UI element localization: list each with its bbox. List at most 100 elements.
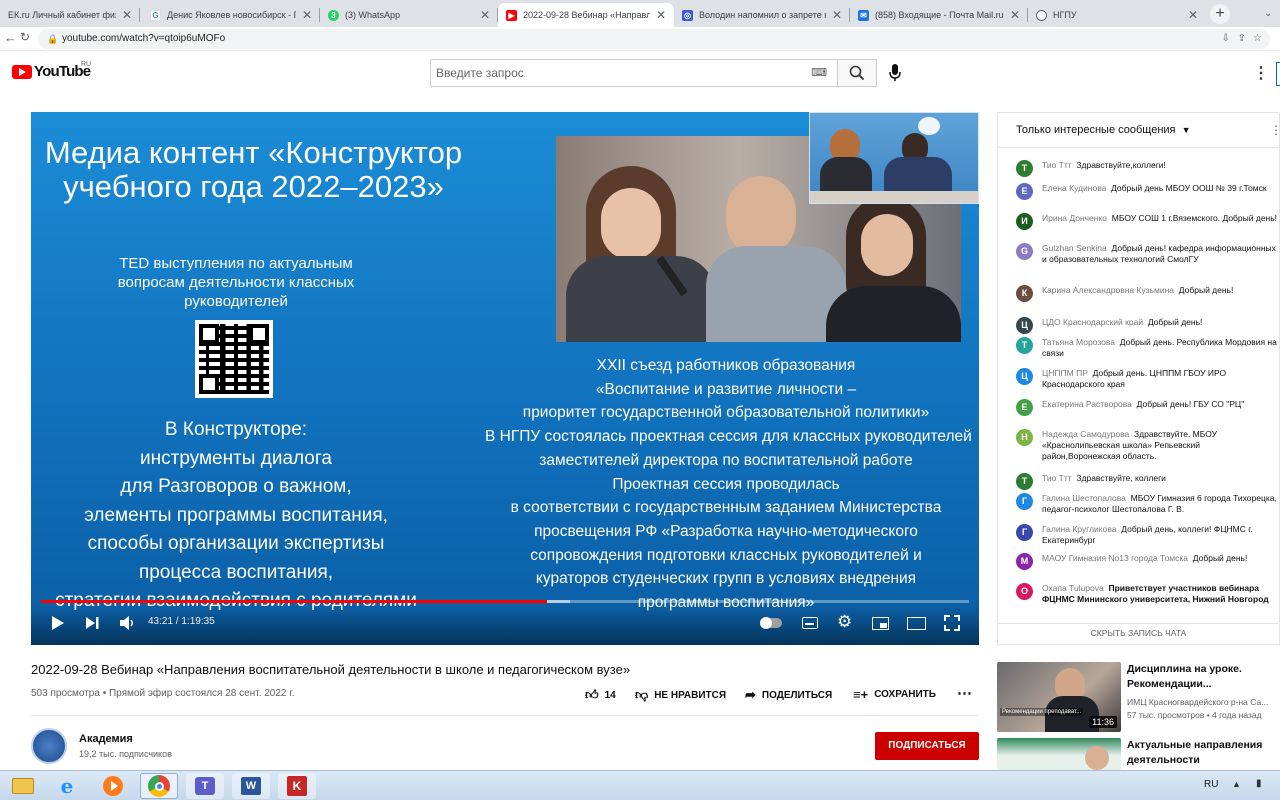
recommended-title[interactable]: Дисциплина на уроке. Рекомендации... — [1127, 662, 1277, 692]
player-controls: 43:21 / 1:19:35 ⚙ — [31, 600, 979, 645]
browser-tab[interactable]: ✉ (858) Входящие - Почта Mail.ru ✕ — [850, 3, 1028, 27]
news-icon: ◎ — [682, 9, 693, 21]
save-button[interactable]: ≡+ СОХРАНИТЬ — [853, 687, 936, 702]
chat-author[interactable]: Охапа Tulupova — [1042, 583, 1104, 593]
fullscreen-icon[interactable] — [944, 615, 960, 636]
address-bar[interactable]: 🔒 youtube.com/watch?v=qtoip6uMOFo ⇩ ⇪ ☆ — [38, 29, 1270, 49]
slide-right-line: сопровождения подготовки классных руково… — [530, 546, 922, 564]
new-tab-button[interactable]: + — [1210, 4, 1230, 24]
dislike-label: НЕ НРАВИТСЯ — [654, 689, 727, 701]
dislike-button[interactable]: 👎︎ НЕ НРАВИТСЯ — [635, 687, 726, 703]
chat-author[interactable]: Екатерина Растворова — [1042, 399, 1132, 409]
chat-author[interactable]: Карина Александровна Кузьмина — [1042, 285, 1174, 295]
sign-in-button-edge[interactable] — [1276, 62, 1280, 86]
channel-name[interactable]: Академия — [79, 733, 133, 745]
close-icon[interactable]: ✕ — [480, 8, 490, 22]
chat-author[interactable]: Gulzhan Senkina — [1042, 243, 1107, 253]
chat-author[interactable]: Татьяна Морозова — [1042, 337, 1115, 347]
playlist-add-icon: ≡+ — [853, 687, 869, 702]
youtube-logo-icon[interactable] — [12, 65, 32, 79]
video-meta: 503 просмотра • Прямой эфир состоялся 28… — [31, 688, 295, 699]
chrome-icon[interactable] — [140, 773, 178, 799]
settings-gear-icon[interactable]: ⚙ — [837, 612, 852, 632]
close-icon[interactable]: ✕ — [122, 8, 132, 22]
chat-mode-dropdown[interactable]: Только интересные сообщения ▼ — [1016, 124, 1191, 136]
chat-avatar: Н — [1016, 429, 1033, 446]
more-actions-icon[interactable]: ⋯ — [957, 684, 972, 702]
subscribe-button[interactable]: ПОДПИСАТЬСЯ — [875, 732, 979, 760]
language-indicator[interactable]: RU — [1204, 779, 1218, 790]
subtitles-icon[interactable] — [802, 617, 818, 629]
channel-avatar[interactable] — [31, 728, 67, 764]
browser-tab[interactable]: НГПУ ✕ — [1028, 3, 1206, 27]
back-icon[interactable]: ← — [4, 30, 17, 45]
close-icon[interactable]: ✕ — [1010, 8, 1020, 22]
like-button[interactable]: 👍︎ 14 — [585, 687, 616, 703]
recommended-title[interactable]: Актуальные направления деятельности мето… — [1127, 738, 1277, 768]
install-icon[interactable]: ⇩ — [1222, 29, 1230, 49]
tray-expand-icon[interactable]: ▲ — [1232, 779, 1241, 789]
search-input[interactable]: Введите запрос ⌨ — [430, 59, 837, 87]
chat-menu-icon[interactable]: ⋮ — [1270, 123, 1280, 137]
chat-avatar: О — [1016, 583, 1033, 600]
hide-chat-button[interactable]: СКРЫТЬ ЗАПИСЬ ЧАТА — [998, 628, 1279, 638]
browser-tab-strip: ЕК.ru Личный кабинет физиче ✕ G Денис Як… — [0, 0, 1280, 27]
volume-icon[interactable] — [119, 615, 135, 636]
chat-author[interactable]: ЦДО Краснодарский край — [1042, 317, 1143, 327]
progress-fill — [41, 600, 547, 603]
browser-tab[interactable]: ЕК.ru Личный кабинет физиче ✕ — [0, 3, 140, 27]
browser-tab[interactable]: 3 (3) WhatsApp ✕ — [320, 3, 498, 27]
miniplayer-icon[interactable] — [872, 617, 889, 630]
chat-author[interactable]: Елена Кудинова — [1042, 183, 1106, 193]
chat-author[interactable]: Галина Шестопалова — [1042, 493, 1126, 503]
kaspersky-icon[interactable]: K — [278, 773, 316, 799]
chat-author[interactable]: Галина Кругликова — [1042, 524, 1117, 534]
chat-message: Ц ЦНППМ ПР Добрый день. ЦНППМ ГБОУ ИРО Кр… — [1016, 368, 1278, 390]
share-button[interactable]: ➦ ПОДЕЛИТЬСЯ — [745, 687, 832, 703]
network-icon[interactable]: ▮ — [1256, 778, 1262, 789]
internet-explorer-icon[interactable]: e — [48, 773, 86, 799]
close-icon[interactable]: ✕ — [302, 8, 312, 22]
word-icon[interactable]: W — [232, 773, 270, 799]
slide-left-title: Медиа контент «Конструктор учебного года… — [44, 135, 463, 204]
browser-tab[interactable]: ◎ Володин напомнил о запрете н ✕ — [674, 3, 850, 27]
chat-message: Т Тио Ттт Здравствуйте, коллеги — [1016, 473, 1278, 490]
slide-list-line: В Конструкторе: — [164, 419, 308, 440]
chat-author[interactable]: Тио Ттт — [1042, 473, 1072, 483]
chat-author[interactable]: МАОУ Гимназия No13 города Томска — [1042, 553, 1188, 563]
browser-tab[interactable]: G Денис Яковлев новосибирск - П ✕ — [142, 3, 320, 27]
chat-author[interactable]: Надежда Самодурова — [1042, 429, 1129, 439]
more-vert-icon[interactable]: ⋮ — [1253, 63, 1269, 83]
thumbs-up-icon: 👍︎ — [585, 687, 599, 702]
close-icon[interactable]: ✕ — [656, 8, 666, 22]
autoplay-toggle[interactable] — [760, 617, 782, 629]
recommended-thumbnail[interactable] — [997, 738, 1121, 770]
browser-tab-active[interactable]: ▶ 2022-09-28 Вебинар «Направле ✕ — [498, 3, 674, 27]
google-icon: G — [150, 9, 161, 21]
next-icon[interactable] — [85, 615, 99, 636]
chat-author[interactable]: Тио Ттт — [1042, 160, 1072, 170]
reload-icon[interactable]: ↻ — [20, 30, 30, 44]
chat-author[interactable]: Ирина Донченко — [1042, 213, 1107, 223]
bookmark-star-icon[interactable]: ☆ — [1253, 29, 1262, 49]
close-icon[interactable]: ✕ — [1188, 8, 1198, 22]
chat-author[interactable]: ЦНППМ ПР — [1042, 368, 1088, 378]
keyboard-icon[interactable]: ⌨ — [811, 60, 827, 86]
media-player-icon[interactable] — [94, 773, 132, 799]
teams-icon[interactable]: T — [186, 773, 224, 799]
time-display: 43:21 / 1:19:35 — [148, 616, 215, 627]
file-explorer-icon[interactable] — [4, 773, 42, 799]
progress-bar[interactable] — [41, 600, 969, 603]
subscriber-count: 19,2 тыс. подписчиков — [79, 749, 172, 759]
mail-icon: ✉ — [858, 9, 869, 21]
share-icon[interactable]: ⇪ — [1238, 29, 1246, 49]
search-placeholder: Введите запрос — [436, 66, 524, 80]
play-icon[interactable] — [51, 615, 65, 636]
mic-icon[interactable] — [889, 64, 901, 87]
theater-mode-icon[interactable] — [907, 617, 926, 630]
search-button[interactable] — [837, 59, 877, 87]
video-player[interactable]: Медиа контент «Конструктор учебного года… — [31, 112, 979, 645]
recommended-thumbnail[interactable]: Рекомендации преподават... 11:36 — [997, 662, 1121, 732]
tab-search-icon[interactable]: ⌄ — [1264, 8, 1272, 19]
close-icon[interactable]: ✕ — [832, 8, 842, 22]
